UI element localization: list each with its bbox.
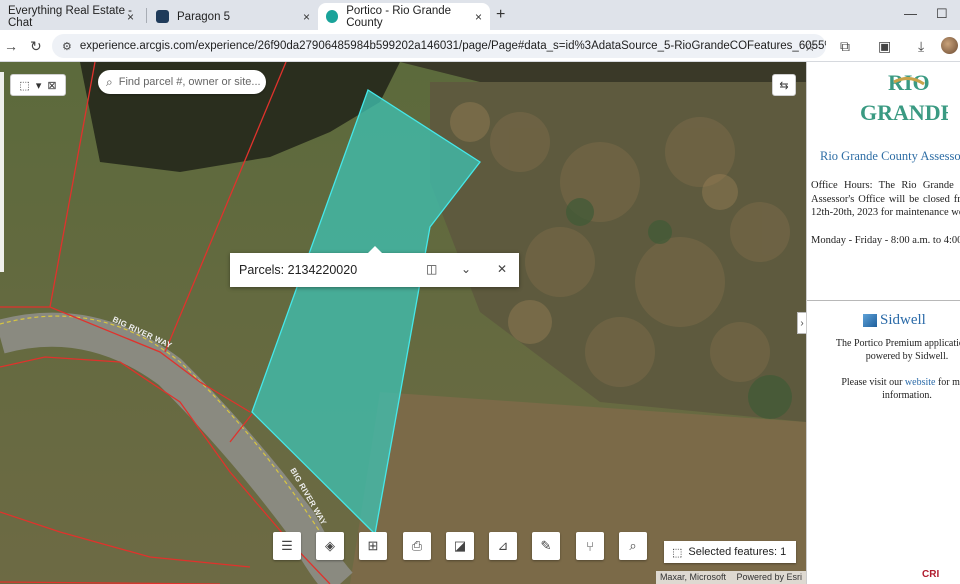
website-link[interactable]: website — [905, 377, 936, 388]
bookmark-icon[interactable]: ◪ — [446, 532, 474, 560]
tab-title: Everything Real Estate - Chat — [8, 4, 133, 29]
popup-title: Parcels: 2134220020 — [239, 263, 358, 277]
parcel-popup: Parcels: 2134220020 ◫ ⌄ ✕ — [230, 246, 519, 287]
tab-title: Portico - Rio Grande County — [346, 4, 452, 29]
map-attribution: Maxar, Microsoft Powered by Esri — [655, 571, 806, 584]
list-icon[interactable]: ☰ — [273, 532, 301, 560]
weekday-hours-text: Monday - Friday - 8:00 a.m. to 4:00 — [811, 235, 960, 246]
rio-grande-logo: RIO GRANDE — [854, 64, 948, 124]
chevron-down-icon[interactable]: ▾ — [36, 79, 42, 92]
select-rectangle-icon[interactable]: ⬚ — [19, 79, 29, 92]
side-panel: RIO GRANDE Rio Grande County Assessor Of… — [806, 62, 960, 584]
reload-icon[interactable]: ↻ — [30, 38, 42, 55]
site-info-icon[interactable]: ⚙ — [62, 40, 72, 53]
extensions-icon[interactable]: ⧉ — [840, 38, 850, 55]
office-hours-text: Office Hours: The Rio Grande County Asse… — [811, 180, 960, 218]
sidwell-text: Sidwell — [880, 312, 926, 328]
tab-everything-real-estate[interactable]: Everything Real Estate - Chat × — [0, 3, 142, 30]
measure-icon[interactable]: ⊿ — [489, 532, 517, 560]
map-view[interactable]: BIG RIVER WAY BIG RIVER WAY ⬚ ▾ ⊠ ⌕ Find… — [0, 62, 806, 584]
divider — [807, 300, 960, 301]
chevron-down-icon[interactable]: ⌄ — [461, 262, 471, 276]
url-text: experience.arcgis.com/experience/26f90da… — [79, 40, 826, 52]
visit-prefix: Please visit our — [841, 377, 903, 388]
minimize-icon[interactable]: — — [904, 6, 917, 21]
maximize-icon[interactable]: ☐ — [936, 6, 948, 22]
address-bar[interactable]: ⚙ experience.arcgis.com/experience/26f90… — [52, 34, 826, 58]
query-icon[interactable]: ⌕ — [619, 532, 647, 560]
basemap-gallery-icon[interactable]: ⊞ — [359, 532, 387, 560]
tab-title: Paragon 5 — [177, 10, 231, 23]
selection-tools[interactable]: ⬚ ▾ ⊠ — [10, 74, 66, 96]
tab-paragon[interactable]: Paragon 5 × — [148, 3, 318, 30]
corner-logo: CRI — [922, 569, 940, 580]
print-icon[interactable]: ⎙ — [403, 532, 431, 560]
sidwell-mark-icon — [863, 314, 877, 327]
paragon-icon — [156, 10, 169, 23]
county-title: Rio Grande County Assessor — [820, 149, 960, 163]
parcel-search[interactable]: ⌕ Find parcel #, owner or site... — [98, 70, 266, 94]
selected-features-label: Selected features: 1 — [688, 546, 787, 558]
bookmark-star-icon[interactable]: ☆ — [803, 38, 816, 55]
expand-panel-button[interactable]: ⇆ — [772, 74, 796, 96]
cast-icon[interactable]: ▣ — [878, 38, 891, 55]
search-icon: ⌕ — [106, 74, 113, 89]
search-placeholder: Find parcel #, owner or site... — [118, 76, 261, 88]
forward-icon[interactable]: → — [4, 38, 18, 54]
left-toolbar-edge — [0, 72, 4, 272]
close-icon[interactable]: × — [127, 10, 134, 24]
tab-portico[interactable]: Portico - Rio Grande County × — [318, 3, 490, 30]
tab-strip: Everything Real Estate - Chat × Paragon … — [0, 0, 960, 30]
selected-features-button[interactable]: ⬚ Selected features: 1 — [664, 541, 796, 563]
dock-icon[interactable]: ◫ — [426, 262, 437, 276]
portico-icon — [326, 10, 339, 23]
new-tab-button[interactable]: + — [496, 6, 505, 24]
draw-icon[interactable]: ✎ — [532, 532, 560, 560]
visit-text: Please visit our website for more inform… — [827, 376, 960, 402]
logo-text-grande: GRANDE — [860, 100, 948, 124]
premium-text: The Portico Premium application is power… — [835, 338, 960, 362]
close-icon[interactable]: × — [475, 10, 482, 24]
selection-icon: ⬚ — [672, 546, 683, 559]
close-icon[interactable]: × — [303, 10, 310, 24]
attribution-sources: Maxar, Microsoft — [659, 572, 726, 582]
attribution-esri[interactable]: Powered by Esri — [736, 572, 802, 582]
layers-icon[interactable]: ◈ — [316, 532, 344, 560]
share-icon[interactable]: ⑂ — [576, 532, 604, 560]
close-icon[interactable]: ✕ — [497, 262, 507, 276]
address-toolbar: → ↻ ⚙ experience.arcgis.com/experience/2… — [0, 30, 960, 62]
download-icon[interactable]: ⤓ — [918, 38, 924, 55]
clear-selection-icon[interactable]: ⊠ — [47, 79, 56, 92]
profile-avatar[interactable] — [941, 37, 958, 54]
sidwell-logo: Sidwell — [863, 312, 926, 329]
